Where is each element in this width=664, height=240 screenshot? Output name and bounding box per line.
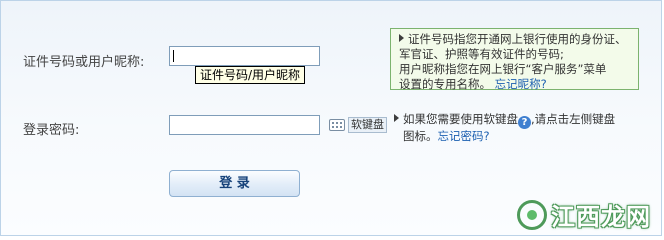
arrow-right-icon [394, 114, 399, 122]
id-input-tooltip: 证件号码/用户昵称 [195, 66, 306, 84]
help-icon[interactable]: ? [518, 116, 531, 129]
hint-text-after: ,请点击左侧键盘 [531, 112, 616, 126]
hint-line-1: 如果您需要使用软键盘? ,请点击左侧键盘 [394, 112, 644, 129]
watermark: 江西龙网 [517, 197, 651, 232]
id-label: 证件号码或用户昵称: [23, 55, 145, 70]
watermark-text: 江西龙网 [551, 203, 651, 231]
hint-text-before: 如果您需要使用软键盘 [403, 112, 518, 126]
forgot-nickname-link[interactable]: 忘记昵称? [495, 77, 547, 91]
soft-keyboard-button[interactable]: 软键盘 [329, 116, 387, 133]
hint-line-2: 图标。忘记密码? [394, 129, 644, 144]
info-line-2: 军官证、护照等有效证件的号码; [399, 47, 564, 61]
info-text-1: 证件号码指您开通网上银行使用的身份证、 [408, 32, 627, 46]
id-info-box: 证件号码指您开通网上银行使用的身份证、 军官证、护照等有效证件的号码; 用户昵称… [390, 28, 639, 92]
password-label: 登录密码: [23, 123, 80, 138]
info-text-4: 设置的专用名称。 [399, 77, 491, 91]
hint-text-line2: 图标。 [403, 129, 438, 143]
info-line-3: 用户昵称指您在网上银行“客户服务”菜单 [399, 62, 607, 76]
login-panel: 证件号码或用户昵称: 证件号码/用户昵称 证件号码指您开通网上银行使用的身份证、… [0, 0, 662, 236]
text-caret [173, 50, 174, 62]
password-input[interactable] [169, 115, 320, 135]
soft-keyboard-label[interactable]: 软键盘 [348, 116, 387, 133]
keyboard-icon[interactable] [329, 118, 345, 131]
info-line-4: 设置的专用名称。 忘记昵称? [399, 77, 632, 92]
arrow-right-icon [399, 34, 404, 42]
login-button[interactable]: 登 录 [169, 170, 300, 197]
info-line-1: 证件号码指您开通网上银行使用的身份证、 [399, 32, 632, 47]
id-input[interactable] [169, 46, 320, 66]
watermark-logo-icon [517, 199, 547, 230]
password-hint: 如果您需要使用软键盘? ,请点击左侧键盘 图标。忘记密码? [394, 112, 644, 144]
forgot-password-link[interactable]: 忘记密码? [438, 129, 490, 143]
